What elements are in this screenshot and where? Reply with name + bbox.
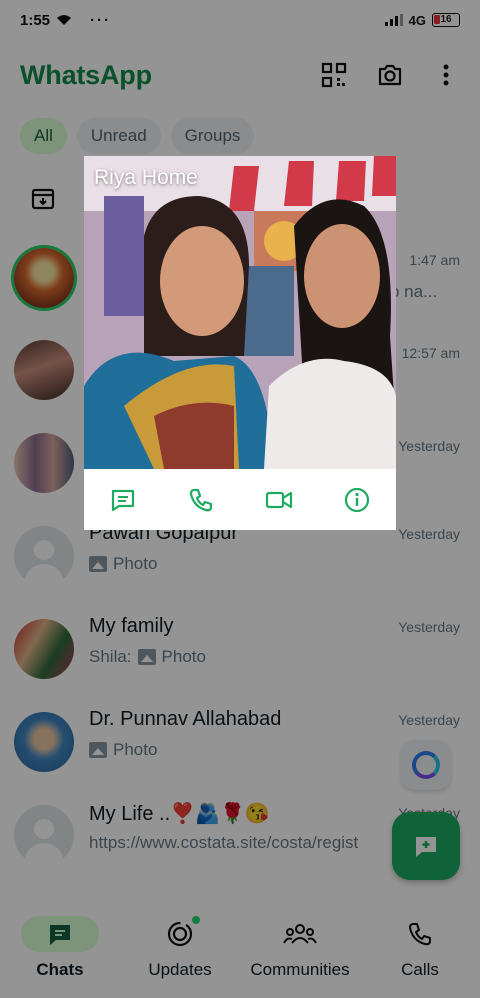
popup-actions bbox=[84, 469, 396, 530]
profile-photo[interactable]: Riya Home bbox=[84, 156, 396, 469]
profile-popup: Riya Home bbox=[84, 156, 396, 530]
info-icon[interactable] bbox=[339, 482, 375, 518]
call-icon[interactable] bbox=[183, 482, 219, 518]
popup-contact-name: Riya Home bbox=[94, 166, 198, 189]
video-call-icon[interactable] bbox=[261, 482, 297, 518]
message-icon[interactable] bbox=[105, 482, 141, 518]
profile-photo-image bbox=[84, 156, 396, 469]
